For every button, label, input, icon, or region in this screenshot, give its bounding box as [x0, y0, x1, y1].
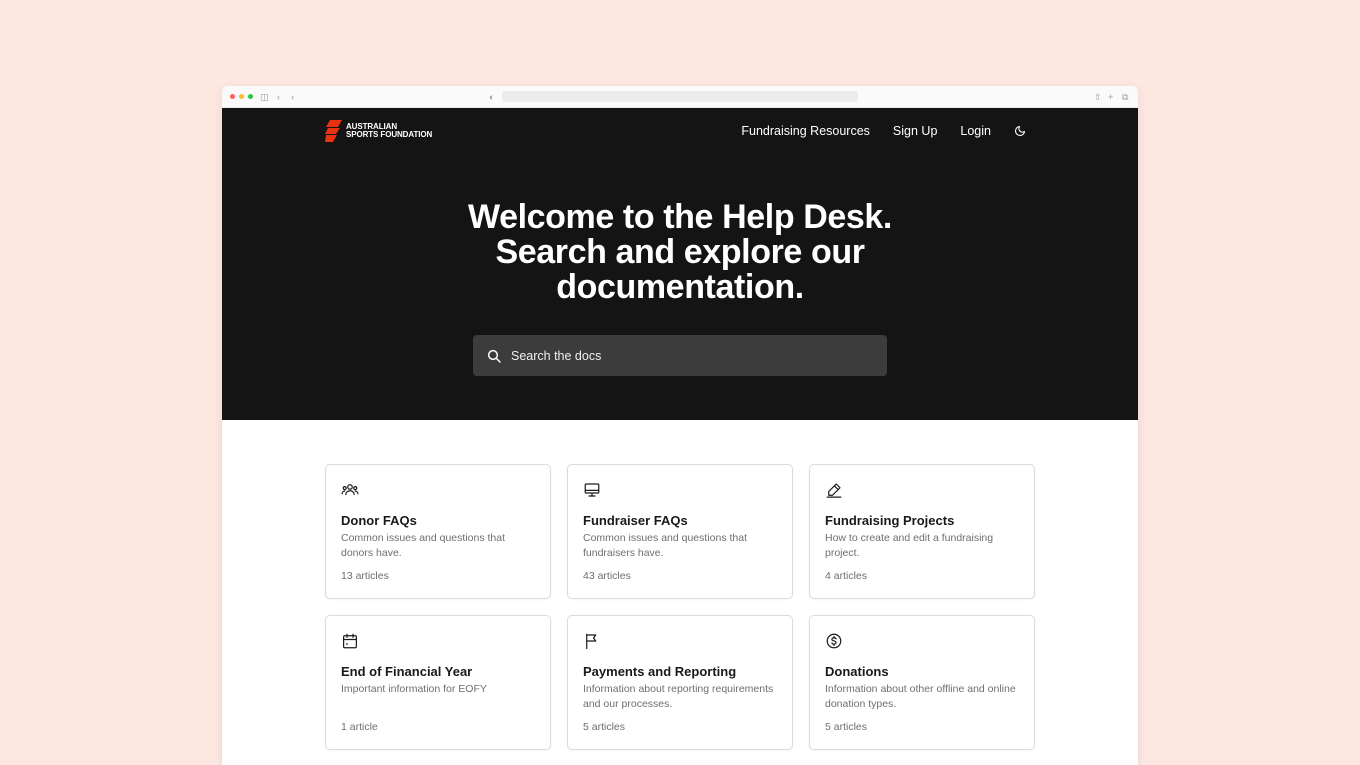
calendar-icon — [343, 633, 357, 649]
minimize-window-button[interactable] — [239, 94, 244, 99]
close-window-button[interactable] — [230, 94, 235, 99]
search-input[interactable] — [511, 348, 871, 363]
flag-icon — [586, 633, 597, 650]
card-title: Donor FAQs — [341, 513, 417, 528]
card-end-of-financial-year[interactable]: End of Financial Year Important informat… — [325, 615, 551, 750]
address-bar[interactable] — [502, 91, 858, 102]
nav-login[interactable]: Login — [960, 124, 991, 138]
tabs-overview-icon[interactable]: ⧉ — [1122, 91, 1128, 103]
monitor-icon — [584, 483, 600, 497]
nav-fundraising-resources[interactable]: Fundraising Resources — [741, 124, 870, 138]
card-title: End of Financial Year — [341, 664, 473, 679]
hero-title-line-1: Welcome to the Help Desk. — [468, 198, 892, 236]
browser-window: ◫ ‹ › ◐ ⇧ + ⧉ AUSTRALIAN SPORTS FOUNDATI… — [222, 86, 1138, 765]
card-fundraising-projects[interactable]: Fundraising Projects How to create and e… — [809, 464, 1035, 599]
card-article-count: 4 articles — [825, 570, 868, 582]
card-article-count: 5 articles — [825, 721, 868, 733]
users-icon — [341, 484, 359, 496]
card-title: Fundraising Projects — [825, 513, 955, 528]
new-tab-icon[interactable]: + — [1108, 91, 1113, 103]
pencil-icon — [826, 483, 842, 498]
search-icon — [487, 349, 501, 363]
card-payments-and-reporting[interactable]: Payments and Reporting Information about… — [567, 615, 793, 750]
card-donor-faqs[interactable]: Donor FAQs Common issues and questions t… — [325, 464, 551, 599]
forward-icon[interactable]: › — [291, 91, 294, 103]
card-donations[interactable]: Donations Information about other offlin… — [809, 615, 1035, 750]
logo-mark-icon — [325, 120, 342, 142]
browser-toolbar: ◫ ‹ › ◐ ⇧ + ⧉ — [222, 86, 1138, 108]
logo-line-2: SPORTS FOUNDATION — [346, 130, 433, 139]
card-description: Important information for EOFY — [341, 683, 487, 695]
card-article-count: 1 article — [341, 721, 378, 733]
hero-title-line-2: Search and explore our — [495, 233, 865, 271]
card-description: How to create and edit a fundraising pro… — [825, 532, 994, 559]
card-description: Common issues and questions that donors … — [341, 532, 506, 559]
nav-sign-up[interactable]: Sign Up — [893, 124, 937, 138]
card-article-count: 5 articles — [583, 721, 626, 733]
card-description: Common issues and questions that fundrai… — [583, 532, 748, 559]
card-title: Donations — [825, 664, 889, 679]
sidebar-icon[interactable]: ◫ — [260, 91, 269, 103]
dollar-icon — [826, 633, 842, 649]
hero-section: Welcome to the Help Desk. Search and exp… — [222, 154, 1138, 420]
moon-icon[interactable] — [1014, 125, 1026, 137]
logo-wordmark: AUSTRALIAN SPORTS FOUNDATION — [346, 122, 433, 140]
card-title: Fundraiser FAQs — [583, 513, 688, 528]
card-description: Information about reporting requirements… — [583, 683, 774, 710]
card-title: Payments and Reporting — [583, 664, 737, 679]
back-icon[interactable]: ‹ — [277, 91, 280, 103]
maximize-window-button[interactable] — [248, 94, 253, 99]
card-fundraiser-faqs[interactable]: Fundraiser FAQs Common issues and questi… — [567, 464, 793, 599]
search-box[interactable] — [473, 335, 887, 376]
card-article-count: 43 articles — [583, 570, 631, 582]
site-logo[interactable]: AUSTRALIAN SPORTS FOUNDATION — [325, 120, 432, 142]
main-nav: Fundraising Resources Sign Up Login — [741, 108, 1026, 154]
window-controls — [230, 94, 253, 99]
hero-title: Welcome to the Help Desk. Search and exp… — [222, 200, 1138, 305]
hero-title-line-3: documentation. — [556, 268, 804, 306]
card-article-count: 13 articles — [341, 570, 389, 582]
share-icon[interactable]: ⇧ — [1094, 91, 1102, 103]
shield-icon: ◐ — [489, 92, 495, 102]
categories-grid: Donor FAQs Common issues and questions t… — [222, 420, 1138, 765]
card-description: Information about other offline and onli… — [825, 683, 1016, 710]
site-header: AUSTRALIAN SPORTS FOUNDATION Fundraising… — [222, 108, 1138, 154]
